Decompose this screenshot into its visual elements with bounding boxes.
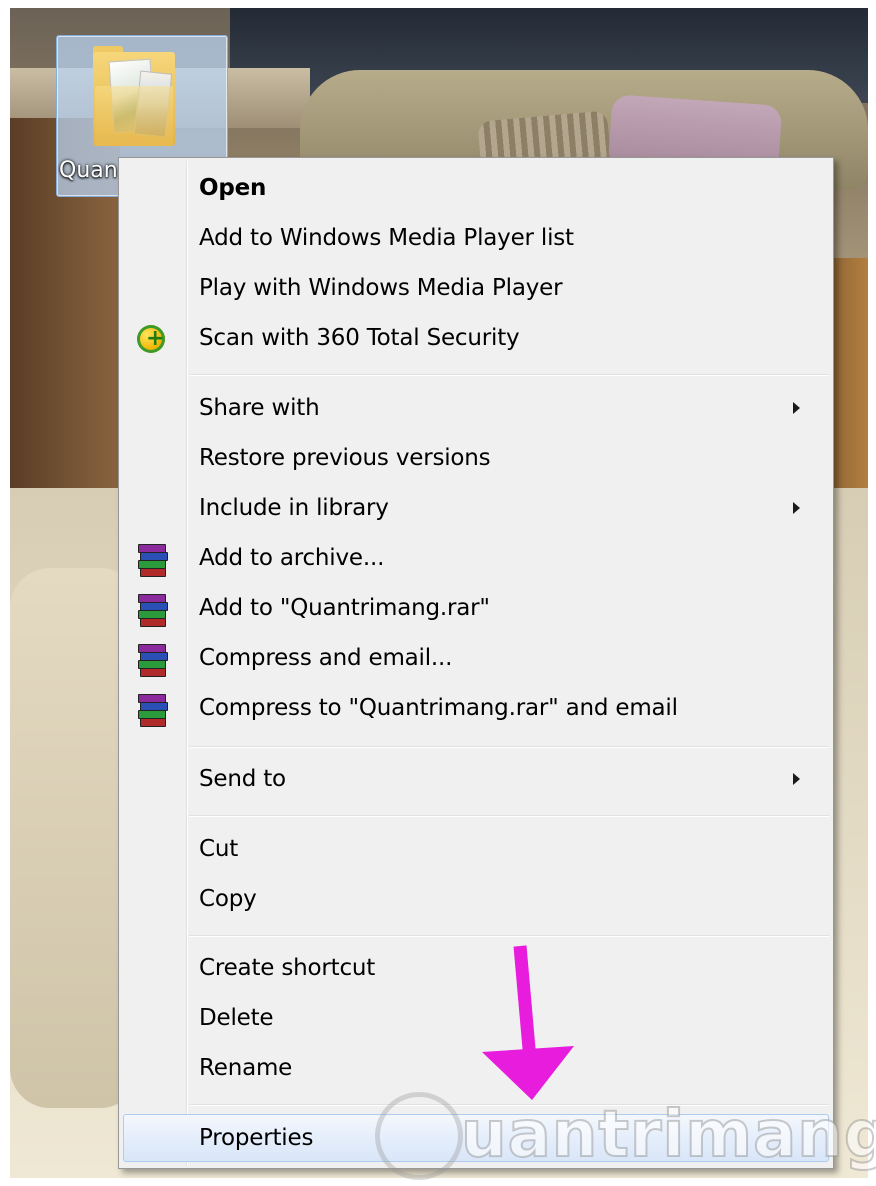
menu-item-send-to[interactable]: Send to: [123, 755, 829, 803]
menu-item-label: Compress to "Quantrimang.rar" and email: [199, 695, 678, 721]
submenu-arrow-icon: [793, 773, 800, 785]
menu-item-copy[interactable]: Copy: [123, 875, 829, 923]
menu-item-add-to-rar[interactable]: Add to "Quantrimang.rar": [123, 584, 829, 632]
menu-item-properties[interactable]: Properties: [123, 1114, 829, 1162]
menu-item-play-with-wmp[interactable]: Play with Windows Media Player: [123, 264, 829, 312]
submenu-arrow-icon: [793, 502, 800, 514]
menu-item-compress-and-email[interactable]: Compress and email...: [123, 634, 829, 682]
menu-separator: [189, 935, 829, 937]
menu-item-label: Add to "Quantrimang.rar": [199, 595, 490, 621]
menu-item-delete[interactable]: Delete: [123, 994, 829, 1042]
context-menu: Open Add to Windows Media Player list Pl…: [118, 157, 834, 1169]
annotation-arrow-shaft: [513, 945, 537, 1061]
menu-item-label: Compress and email...: [199, 645, 453, 671]
annotation-arrow-head: [482, 1046, 574, 1100]
menu-item-cut[interactable]: Cut: [123, 825, 829, 873]
menu-item-rename[interactable]: Rename: [123, 1044, 829, 1092]
menu-item-label: Copy: [199, 886, 257, 912]
menu-item-label: Create shortcut: [199, 955, 376, 981]
menu-item-label: Delete: [199, 1005, 274, 1031]
menu-item-add-to-wmp-list[interactable]: Add to Windows Media Player list: [123, 214, 829, 262]
folder-icon: [93, 46, 175, 146]
menu-separator: [189, 746, 829, 748]
360-total-security-icon: +: [134, 323, 168, 355]
menu-item-restore-previous-versions[interactable]: Restore previous versions: [123, 434, 829, 482]
menu-item-create-shortcut[interactable]: Create shortcut: [123, 944, 829, 992]
winrar-icon: [134, 543, 168, 577]
menu-item-label: Send to: [199, 766, 286, 792]
winrar-icon: [134, 643, 168, 677]
menu-separator: [189, 374, 829, 376]
menu-item-label: Include in library: [199, 495, 389, 521]
winrar-icon: [134, 593, 168, 627]
menu-item-label: Play with Windows Media Player: [199, 275, 563, 301]
menu-item-scan-360[interactable]: + Scan with 360 Total Security: [123, 314, 829, 362]
menu-item-label: Rename: [199, 1055, 293, 1081]
menu-item-compress-to-rar-and-email[interactable]: Compress to "Quantrimang.rar" and email: [123, 684, 829, 732]
submenu-arrow-icon: [793, 402, 800, 414]
menu-item-label: Add to Windows Media Player list: [199, 225, 574, 251]
annotation-arrow: [482, 945, 574, 1100]
menu-item-label: Restore previous versions: [199, 445, 491, 471]
menu-item-label: Add to archive...: [199, 545, 385, 571]
menu-item-open[interactable]: Open: [123, 164, 829, 212]
menu-item-label: Scan with 360 Total Security: [199, 325, 520, 351]
menu-separator: [189, 815, 829, 817]
menu-item-label: Share with: [199, 395, 320, 421]
winrar-icon: [134, 693, 168, 727]
menu-item-include-in-library[interactable]: Include in library: [123, 484, 829, 532]
menu-item-label: Properties: [199, 1125, 314, 1151]
menu-item-share-with[interactable]: Share with: [123, 384, 829, 432]
menu-item-add-to-archive[interactable]: Add to archive...: [123, 534, 829, 582]
menu-item-label: Open: [199, 175, 267, 201]
menu-item-label: Cut: [199, 836, 239, 862]
menu-separator: [189, 1104, 829, 1106]
